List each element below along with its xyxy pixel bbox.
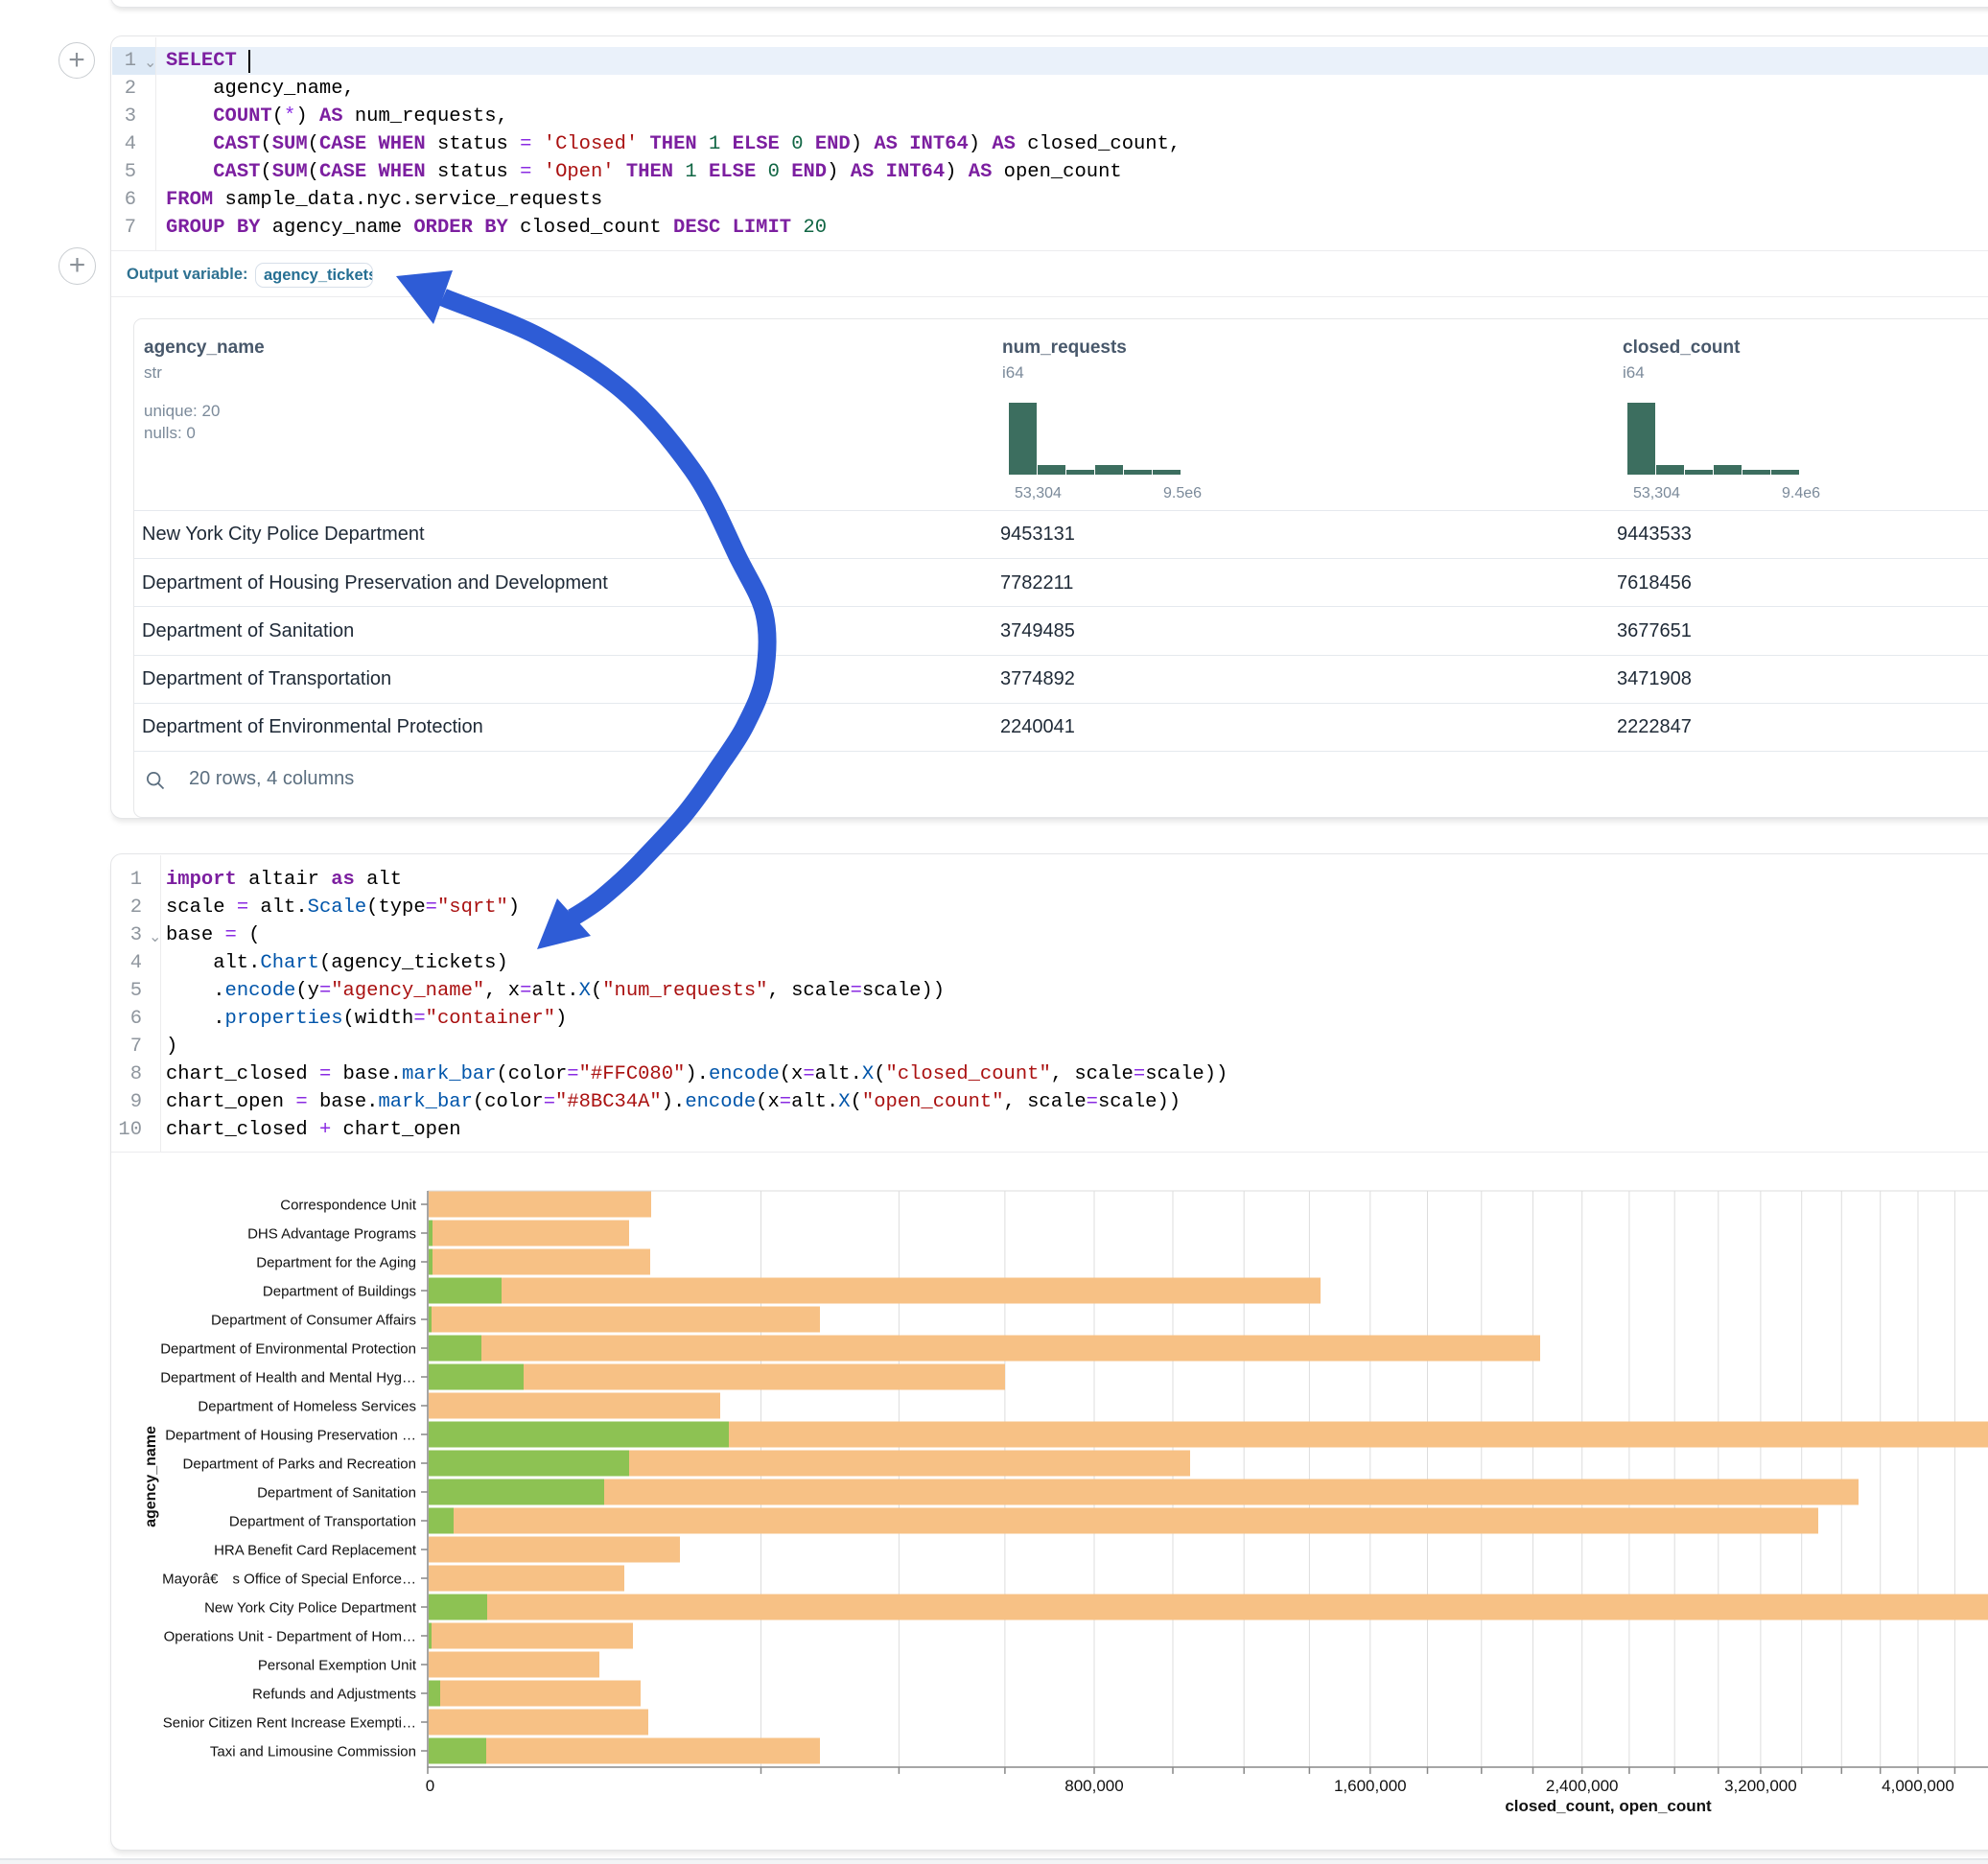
svg-text:Department of Parks and Recrea: Department of Parks and Recreation: [183, 1456, 416, 1473]
svg-text:Department of Sanitation: Department of Sanitation: [257, 1485, 416, 1502]
svg-text:Taxi and Limousine Commission: Taxi and Limousine Commission: [210, 1744, 416, 1760]
svg-text:Personal Exemption Unit: Personal Exemption Unit: [258, 1658, 417, 1674]
svg-text:Senior Citizen Rent Increase E: Senior Citizen Rent Increase Exempti…: [163, 1715, 416, 1732]
svg-text:Department of Consumer Affairs: Department of Consumer Affairs: [211, 1313, 416, 1329]
svg-text:4,000,000: 4,000,000: [1882, 1777, 1954, 1795]
svg-text:0: 0: [426, 1777, 434, 1795]
svg-text:agency_name: agency_name: [143, 1426, 159, 1527]
svg-text:Department for the Aging: Department for the Aging: [256, 1255, 416, 1271]
svg-text:Department of Homeless Service: Department of Homeless Services: [198, 1399, 416, 1415]
svg-text:Department of Transportation: Department of Transportation: [229, 1514, 416, 1530]
svg-text:1,600,000: 1,600,000: [1334, 1777, 1407, 1795]
svg-text:Department of Health and Menta: Department of Health and Mental Hyg…: [160, 1370, 416, 1386]
svg-text:Operations Unit - Department o: Operations Unit - Department of Hom…: [164, 1629, 416, 1645]
svg-text:Refunds and Adjustments: Refunds and Adjustments: [252, 1687, 416, 1703]
svg-text:Mayorâ€ s Office of Special En: Mayorâ€ s Office of Special Enforce…: [162, 1572, 416, 1588]
svg-text:800,000: 800,000: [1064, 1777, 1123, 1795]
svg-text:3,200,000: 3,200,000: [1724, 1777, 1797, 1795]
svg-text:Department of Buildings: Department of Buildings: [263, 1284, 416, 1300]
svg-text:closed_count, open_count: closed_count, open_count: [1505, 1797, 1712, 1815]
svg-text:Correspondence Unit: Correspondence Unit: [280, 1198, 417, 1214]
svg-text:HRA Benefit Card Replacement: HRA Benefit Card Replacement: [214, 1543, 417, 1559]
svg-text:Department of Environmental Pr: Department of Environmental Protection: [160, 1341, 416, 1358]
svg-text:2,400,000: 2,400,000: [1546, 1777, 1619, 1795]
svg-text:New York City Police Departmen: New York City Police Department: [204, 1600, 417, 1617]
svg-text:Department of Housing Preserva: Department of Housing Preservation …: [165, 1428, 416, 1444]
svg-text:DHS Advantage Programs: DHS Advantage Programs: [247, 1226, 416, 1243]
